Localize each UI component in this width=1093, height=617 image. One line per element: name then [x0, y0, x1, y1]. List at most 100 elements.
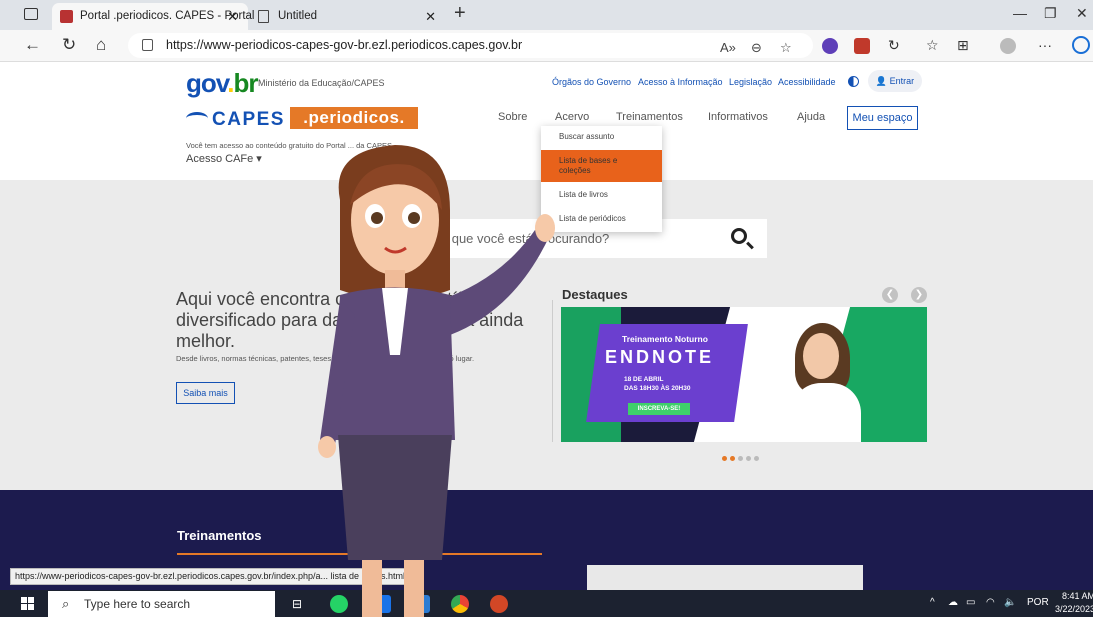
address-bar[interactable]: https://www-periodicos-capes-gov-br.ezl.… — [128, 33, 813, 58]
banner-date-day: 18 DE ABRIL — [624, 376, 664, 383]
carousel-prev-icon[interactable]: ❮ — [882, 287, 898, 303]
chrome-icon[interactable] — [451, 595, 469, 613]
inscreva-se-button[interactable]: INSCREVA-SE! — [628, 403, 690, 415]
destaques-heading: Destaques — [562, 287, 628, 302]
destaque-banner[interactable]: Treinamento Noturno ENDNOTE 18 DE ABRIL D… — [561, 307, 927, 442]
menu-acervo[interactable]: Acervo — [555, 111, 589, 123]
tray-up-icon[interactable]: ^ — [930, 597, 935, 608]
tab-title: Untitled — [278, 10, 317, 22]
favorites-icon[interactable]: ☆ — [926, 37, 939, 54]
link-legislacao[interactable]: Legislação — [729, 77, 772, 87]
search-input[interactable]: O que você está procurando? — [438, 231, 609, 246]
dropdown-buscar-assunto[interactable]: Buscar assunto — [541, 130, 662, 150]
home-icon[interactable]: ⌂ — [96, 35, 106, 55]
acesso-info-text: Você tem acesso ao conteúdo gratuito do … — [186, 141, 392, 150]
tab-portal-periodicos[interactable]: Portal .periodicos. CAPES - Portal ✕ — [52, 3, 255, 30]
govbr-logo[interactable]: gov.br — [186, 68, 259, 99]
capes-favicon-icon — [60, 10, 73, 23]
hero-title: Aqui você encontra conteúdo científico d… — [176, 289, 524, 351]
acesso-cafe-dropdown[interactable]: Acesso CAFe ▾ — [186, 152, 262, 165]
taskbar-search-placeholder: Type here to search — [84, 597, 191, 611]
add-favorite-icon[interactable]: ☆ — [780, 40, 792, 56]
saiba-mais-button[interactable]: Saiba mais — [176, 382, 235, 404]
menu-sobre[interactable]: Sobre — [498, 111, 527, 123]
link-orgaos-governo[interactable]: Órgãos do Governo — [552, 77, 631, 87]
tab-untitled[interactable]: Untitled ✕ — [250, 3, 446, 30]
dropdown-lista-livros[interactable]: Lista de livros — [541, 190, 662, 206]
back-icon[interactable]: ← — [24, 35, 41, 55]
taskbar-search[interactable]: ⌕ Type here to search — [48, 591, 275, 617]
photo-face — [803, 333, 839, 379]
banner-subtitle: Treinamento Noturno — [622, 334, 708, 344]
link-acesso-informacao[interactable]: Acesso à Informação — [638, 77, 723, 87]
menu-informativos[interactable]: Informativos — [708, 111, 768, 123]
profile-avatar[interactable] — [1000, 38, 1016, 54]
edge-icon[interactable] — [373, 595, 391, 613]
more-options-icon[interactable]: ··· — [1038, 37, 1052, 53]
read-aloud-icon[interactable]: A» — [720, 40, 736, 55]
zoom-icon[interactable]: ⊖ — [751, 40, 762, 56]
entrar-label: Entrar — [889, 76, 915, 86]
clock-time: 8:41 AM — [1062, 591, 1093, 601]
status-bar-url: https://www-periodicos-capes-gov-br.ezl.… — [10, 568, 411, 585]
close-window-icon[interactable]: ✕ — [1076, 5, 1088, 22]
whatsapp-icon[interactable] — [330, 595, 348, 613]
contrast-icon[interactable] — [848, 76, 859, 87]
banner-title: ENDNOTE — [605, 347, 715, 367]
capes-logo[interactable]: CAPES — [212, 109, 285, 131]
banner-date: 18 DE ABRIL DAS 18H30 ÀS 20H30 — [624, 375, 690, 393]
dropdown-lista-periodicos[interactable]: Lista de periódicos — [541, 214, 662, 230]
search-icon: ⌕ — [62, 596, 70, 611]
volume-icon[interactable]: 🔈 — [1004, 597, 1016, 608]
link-acessibilidade[interactable]: Acessibilidade — [778, 77, 836, 87]
carousel-dots[interactable] — [722, 448, 762, 466]
menu-treinamentos[interactable]: Treinamentos — [616, 111, 683, 123]
url-text: https://www-periodicos-capes-gov-br.ezl.… — [166, 38, 523, 52]
photo-body — [791, 383, 861, 442]
carousel-dot[interactable] — [754, 456, 759, 461]
task-view-icon[interactable]: ⊟ — [292, 597, 302, 611]
language-indicator[interactable]: POR — [1027, 597, 1049, 608]
acervo-dropdown: Buscar assunto Lista de bases e coleções… — [541, 126, 662, 232]
minimize-icon[interactable]: — — [1013, 5, 1027, 21]
browser-toolbar: ← ↻ ⌂ https://www-periodicos-capes-gov-b… — [0, 30, 1093, 62]
entrar-button[interactable]: 👤 Entrar — [868, 70, 922, 92]
office-extension-icon[interactable] — [854, 38, 870, 54]
bing-icon[interactable] — [1072, 36, 1090, 54]
clock[interactable]: 8:41 AM 3/22/2023 — [1055, 590, 1093, 616]
battery-icon[interactable]: ▭ — [966, 597, 975, 608]
carousel-dot[interactable] — [738, 456, 743, 461]
refresh-extension-icon[interactable]: ↻ — [888, 37, 900, 54]
dropdown-lista-bases[interactable]: Lista de bases e coleções — [541, 150, 662, 182]
refresh-icon[interactable]: ↻ — [62, 35, 76, 55]
collections-icon[interactable]: ⊞ — [957, 37, 969, 54]
lock-icon — [142, 39, 153, 51]
periodicos-logo[interactable]: .periodicos. — [290, 107, 418, 129]
treinamento-card[interactable] — [587, 565, 863, 590]
search-icon[interactable] — [731, 228, 747, 244]
extension-icon[interactable] — [822, 38, 838, 54]
browser-tab-strip: Portal .periodicos. CAPES - Portal ✕ Unt… — [0, 0, 1093, 30]
treinamentos-heading: Treinamentos — [177, 528, 262, 543]
clock-date: 3/22/2023 — [1055, 604, 1093, 614]
carousel-dot[interactable] — [730, 456, 735, 461]
menu-ajuda[interactable]: Ajuda — [797, 111, 825, 123]
carousel-dot[interactable] — [722, 456, 727, 461]
divider — [552, 300, 553, 442]
new-tab-icon[interactable]: + — [454, 2, 466, 25]
windows-start-icon[interactable] — [21, 597, 34, 610]
meu-espaco-button[interactable]: Meu espaço — [847, 106, 918, 130]
hero-subtitle: Desde livros, normas técnicas, patentes,… — [176, 354, 475, 363]
tab-actions-icon[interactable] — [24, 8, 38, 20]
ministerio-label: Ministério da Educação/CAPES — [258, 78, 385, 88]
carousel-dot[interactable] — [746, 456, 751, 461]
wifi-icon[interactable]: ◠ — [986, 597, 995, 608]
close-tab-icon[interactable]: ✕ — [425, 3, 436, 30]
close-tab-icon[interactable]: ✕ — [227, 3, 238, 30]
onedrive-icon[interactable]: ☁ — [948, 597, 958, 608]
powerpoint-icon[interactable] — [490, 595, 508, 613]
carousel-next-icon[interactable]: ❯ — [911, 287, 927, 303]
app-icon[interactable] — [412, 595, 430, 613]
restore-icon[interactable]: ❐ — [1044, 5, 1057, 22]
capes-logo-icon — [186, 112, 208, 125]
